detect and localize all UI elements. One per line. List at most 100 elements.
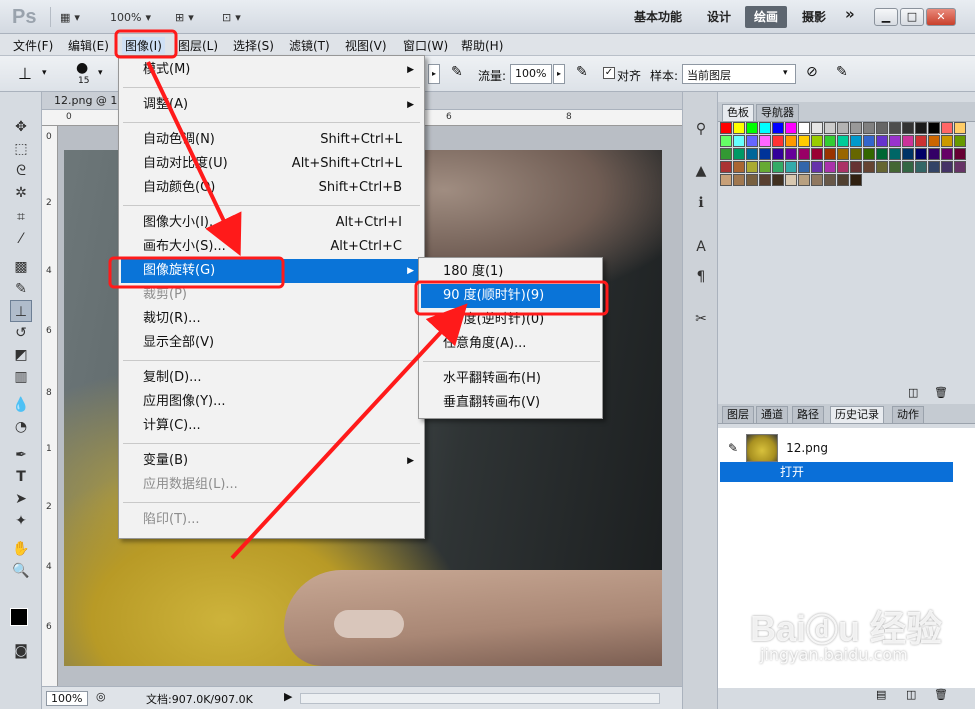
color-swatch[interactable] [720,161,732,173]
color-swatch[interactable] [746,148,758,160]
color-swatch[interactable] [876,135,888,147]
vertical-ruler[interactable]: 0 2 4 6 8 1 2 4 6 [42,126,58,686]
color-swatch[interactable] [785,148,797,160]
image-menu-item[interactable]: 显示全部(V) [121,331,422,355]
horizontal-scrollbar[interactable] [300,693,660,704]
rotation-menu-item[interactable]: 任意角度(A)... [421,332,600,356]
color-swatch[interactable] [811,148,823,160]
color-swatch[interactable] [759,148,771,160]
color-swatch[interactable] [928,135,940,147]
color-swatch[interactable] [954,161,966,173]
color-swatch[interactable] [798,135,810,147]
ignore-adjustment-icon[interactable]: ⊘ [806,64,818,80]
color-swatch[interactable] [772,148,784,160]
airbrush-icon[interactable]: ✎ [576,64,588,80]
color-swatch[interactable] [746,161,758,173]
color-swatch[interactable] [837,161,849,173]
color-swatch[interactable] [863,122,875,134]
menu-help[interactable]: 帮助(H) [458,37,506,54]
color-swatch[interactable] [928,122,940,134]
color-swatch[interactable] [876,161,888,173]
rotation-menu-item[interactable]: 90 度(顺时针)(9) [421,284,600,308]
new-swatch-icon[interactable]: ◫ [908,386,918,399]
history-brush-source-icon[interactable]: ✎ [728,441,738,455]
image-menu-item[interactable]: 图像旋转(G) ▶ [121,259,422,283]
eraser-tool-icon[interactable]: ◩ [10,344,32,366]
hand-tool-icon[interactable]: ✋ [10,538,32,560]
foreground-color-swatch[interactable] [10,608,28,626]
color-swatch[interactable] [902,122,914,134]
workspace-design[interactable]: 设计 [707,8,731,25]
color-swatch[interactable] [785,174,797,186]
color-swatch[interactable] [720,122,732,134]
new-snapshot-icon[interactable]: ◫ [906,688,916,701]
color-swatch[interactable] [811,161,823,173]
color-swatch[interactable] [772,122,784,134]
color-swatch[interactable] [798,122,810,134]
flow-input[interactable]: 100% [510,64,552,84]
tab-actions[interactable]: 动作 [892,406,924,423]
image-menu-item[interactable]: 计算(C)... [121,414,422,438]
color-swatch[interactable] [915,148,927,160]
tab-history[interactable]: 历史记录 [830,406,884,423]
color-swatch[interactable] [798,174,810,186]
color-swatch[interactable] [759,122,771,134]
menu-file[interactable]: 文件(F) [10,37,56,54]
restore-button[interactable]: □ [900,8,924,26]
color-swatch[interactable] [941,161,953,173]
menu-edit[interactable]: 编辑(E) [65,37,112,54]
workspace-essentials[interactable]: 基本功能 [634,8,682,25]
color-swatch[interactable] [798,148,810,160]
color-swatch[interactable] [746,122,758,134]
color-swatch[interactable] [785,122,797,134]
brush-presets-icon[interactable]: ⚲ [690,118,712,140]
color-swatch[interactable] [824,122,836,134]
color-swatch[interactable] [824,148,836,160]
tab-swatches[interactable]: 色板 [722,104,754,121]
zoom-dropdown[interactable]: 100% ▾ [110,7,151,27]
color-swatch[interactable] [837,122,849,134]
menu-view[interactable]: 视图(V) [342,37,390,54]
pen-tool-icon[interactable]: ✒ [10,444,32,466]
status-info-icon[interactable]: ◎ [96,690,106,703]
image-menu-item[interactable]: 自动颜色(O) Shift+Ctrl+B [121,176,422,200]
gradient-tool-icon[interactable]: ▥ [10,366,32,388]
image-menu-item[interactable]: 画布大小(S)... Alt+Ctrl+C [121,235,422,259]
delete-icon[interactable]: 🗑 [934,386,948,399]
clone-stamp-icon[interactable]: ⊥ [18,64,32,83]
color-swatch[interactable] [811,174,823,186]
clone-stamp-tool-icon[interactable]: ⊥ [10,300,32,322]
color-swatch[interactable] [837,174,849,186]
color-swatch[interactable] [772,174,784,186]
opacity-slider-toggle[interactable]: ▸ [428,64,440,84]
color-swatch[interactable] [733,122,745,134]
eyedropper-icon[interactable]: ⁄ [10,228,32,250]
history-state-open[interactable]: 打开 [720,462,953,482]
mini-bridge-button[interactable]: ▦ ▾ [60,7,80,27]
color-swatch[interactable] [863,148,875,160]
marquee-tool-icon[interactable]: ⬚ [10,138,32,160]
pressure-size-icon[interactable]: ✎ [836,64,848,80]
chevron-down-icon[interactable]: ▾ [98,68,103,78]
character-icon[interactable]: A [690,236,712,258]
history-brush-icon[interactable]: ↺ [10,322,32,344]
color-swatch[interactable] [811,122,823,134]
image-menu-item[interactable]: 自动色调(N) Shift+Ctrl+L [121,128,422,152]
status-zoom[interactable]: 100% [46,691,88,706]
color-swatch[interactable] [915,122,927,134]
image-menu-item[interactable]: 复制(D)... [121,366,422,390]
color-swatch[interactable] [915,135,927,147]
color-swatch[interactable] [850,135,862,147]
tab-navigator[interactable]: 导航器 [756,104,799,121]
delete-icon[interactable]: 🗑 [934,688,948,701]
color-swatch[interactable] [941,148,953,160]
pressure-opacity-icon[interactable]: ✎ [451,64,463,80]
color-swatch[interactable] [954,135,966,147]
color-swatch[interactable] [876,122,888,134]
color-swatch[interactable] [889,148,901,160]
new-document-icon[interactable]: ▤ [876,688,886,701]
color-swatch[interactable] [902,161,914,173]
color-swatch[interactable] [824,135,836,147]
color-swatch[interactable] [759,161,771,173]
color-swatch[interactable] [733,174,745,186]
